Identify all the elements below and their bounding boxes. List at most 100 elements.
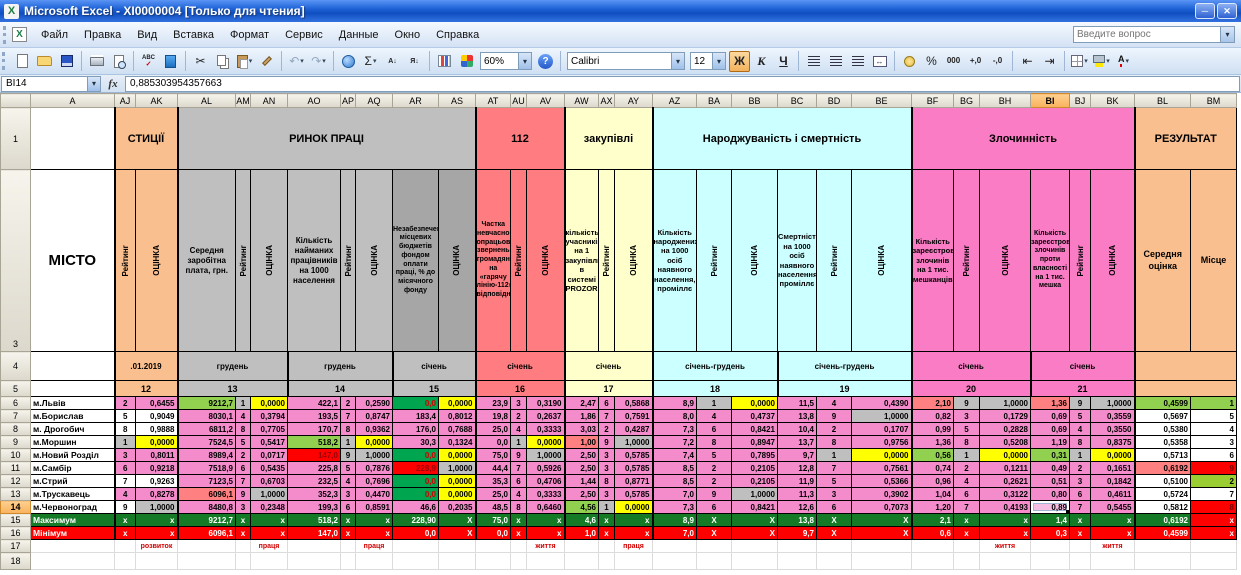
menu-item-Сервис[interactable]: Сервис <box>277 25 331 45</box>
data-cell[interactable]: 7 <box>115 475 136 488</box>
data-cell[interactable]: 0,7696 <box>356 475 393 488</box>
subheader-19[interactable]: Смертність, на 1000 осіб наявного населе… <box>778 170 817 352</box>
data-cell[interactable]: 147,0 <box>288 449 341 462</box>
data-cell[interactable]: 9212,7 <box>178 397 236 410</box>
undo-button[interactable]: ↶▾ <box>286 51 307 72</box>
data-cell[interactable]: 1,0000 <box>439 462 476 475</box>
data-cell[interactable]: 1,00 <box>565 436 599 449</box>
data-cell[interactable]: 0,3902 <box>852 488 912 501</box>
data-cell[interactable]: 0,5380 <box>1135 423 1191 436</box>
data-cell[interactable]: 8,9 <box>653 397 697 410</box>
cell[interactable] <box>980 553 1031 570</box>
data-cell[interactable]: x <box>599 514 615 527</box>
data-cell[interactable]: 8 <box>115 423 136 436</box>
data-cell[interactable]: x <box>136 527 178 540</box>
font-name-select[interactable]: Calibri▾ <box>567 52 685 70</box>
data-cell[interactable]: 6 <box>817 501 852 514</box>
data-cell[interactable]: 0,9362 <box>356 423 393 436</box>
data-cell[interactable]: 1,04 <box>912 488 954 501</box>
data-cell[interactable]: 5 <box>817 475 852 488</box>
data-cell[interactable]: x <box>1191 527 1237 540</box>
data-cell[interactable]: 1,20 <box>912 501 954 514</box>
data-cell[interactable]: 0,5785 <box>615 488 653 501</box>
data-cell[interactable]: 5 <box>115 410 136 423</box>
data-cell[interactable]: 6 <box>697 423 732 436</box>
data-cell[interactable]: 0,9049 <box>136 410 178 423</box>
data-cell[interactable]: 3 <box>341 488 356 501</box>
cell-A5[interactable] <box>31 381 115 397</box>
percent-style-button[interactable]: % <box>921 51 942 72</box>
data-cell[interactable]: 0,2105 <box>732 462 778 475</box>
data-cell[interactable]: 9 <box>1191 462 1237 475</box>
data-cell[interactable]: 0,99 <box>912 423 954 436</box>
data-cell[interactable]: 46,6 <box>393 501 439 514</box>
data-cell[interactable]: x <box>356 527 393 540</box>
cell[interactable] <box>178 540 236 553</box>
new-file-button[interactable] <box>12 51 33 72</box>
data-cell[interactable]: 8 <box>1191 501 1237 514</box>
data-cell[interactable]: 2 <box>341 397 356 410</box>
increase-decimal-button[interactable]: +,0 <box>965 51 986 72</box>
data-cell[interactable]: 6096,1 <box>178 488 236 501</box>
data-cell[interactable]: 3,03 <box>565 423 599 436</box>
data-cell[interactable]: 4 <box>511 423 527 436</box>
data-cell[interactable]: x <box>980 527 1031 540</box>
category-Злочинність[interactable]: Злочинність <box>912 108 1135 170</box>
subheader-16[interactable]: Кількість народжених, на 1000 осіб наявн… <box>653 170 697 352</box>
data-cell[interactable]: 2 <box>599 423 615 436</box>
formula-input[interactable]: 0,885303954357663 <box>125 76 1240 92</box>
zoom-select[interactable]: 60%▾ <box>480 52 532 70</box>
data-cell[interactable]: 1,0000 <box>615 436 653 449</box>
data-cell[interactable]: 6 <box>511 475 527 488</box>
period-8[interactable]: січень <box>912 352 1031 381</box>
group-number-7[interactable]: 19 <box>778 381 912 397</box>
cell[interactable] <box>288 540 341 553</box>
data-cell[interactable]: 6 <box>115 462 136 475</box>
row-header-11[interactable]: 11 <box>1 462 31 475</box>
data-cell[interactable]: 6 <box>341 501 356 514</box>
row-header-5[interactable]: 5 <box>1 381 31 397</box>
cell[interactable] <box>778 553 817 570</box>
data-cell[interactable]: 11,5 <box>778 397 817 410</box>
data-cell[interactable]: 0,2105 <box>732 475 778 488</box>
data-cell[interactable]: 6096,1 <box>178 527 236 540</box>
row-header-6[interactable]: 6 <box>1 397 31 410</box>
data-cell[interactable]: 0,3550 <box>1091 423 1135 436</box>
city-cell-м.Моршин[interactable]: м.Моршин <box>31 436 115 449</box>
data-cell[interactable]: 44,4 <box>476 462 511 475</box>
data-cell[interactable]: 8 <box>817 436 852 449</box>
autosum-button[interactable]: Σ▾ <box>360 51 381 72</box>
data-cell[interactable]: 4 <box>954 475 980 488</box>
data-cell[interactable]: 0,7688 <box>439 423 476 436</box>
subheader-Рейтинг-11[interactable]: Рейтинг <box>511 170 527 352</box>
data-cell[interactable]: 75,0 <box>476 449 511 462</box>
period-10[interactable] <box>1135 352 1237 381</box>
category-закупівлі[interactable]: закупівлі <box>565 108 653 170</box>
data-cell[interactable]: 0,2348 <box>251 501 288 514</box>
data-cell[interactable]: 4,6 <box>565 514 599 527</box>
data-cell[interactable]: 0,8591 <box>356 501 393 514</box>
column-header-BG[interactable]: BG <box>954 94 980 108</box>
column-header-AV[interactable]: AV <box>527 94 565 108</box>
data-cell[interactable]: x <box>341 514 356 527</box>
column-header-BC[interactable]: BC <box>778 94 817 108</box>
data-cell[interactable]: 0,4611 <box>1091 488 1135 501</box>
data-cell[interactable]: 0,8421 <box>732 423 778 436</box>
help-button[interactable]: ? <box>535 51 556 72</box>
column-header-AU[interactable]: AU <box>511 94 527 108</box>
data-cell[interactable]: 25,0 <box>476 423 511 436</box>
data-cell[interactable]: 0,8375 <box>1091 436 1135 449</box>
cell[interactable] <box>439 540 476 553</box>
data-cell[interactable]: 0,0000 <box>732 397 778 410</box>
data-cell[interactable]: 19,8 <box>476 410 511 423</box>
cell[interactable] <box>356 553 393 570</box>
data-cell[interactable]: 0,0 <box>476 527 511 540</box>
data-cell[interactable]: 0,0000 <box>439 449 476 462</box>
data-cell[interactable]: 5 <box>1070 410 1091 423</box>
footnote-label-життя[interactable]: життя <box>1091 540 1135 553</box>
data-cell[interactable]: 1 <box>697 397 732 410</box>
data-cell[interactable]: 8 <box>341 423 356 436</box>
city-cell-м. Дрогобич[interactable]: м. Дрогобич <box>31 423 115 436</box>
fill-color-button[interactable]: ▾ <box>1091 51 1112 72</box>
row-header-1[interactable]: 1 <box>1 108 31 170</box>
